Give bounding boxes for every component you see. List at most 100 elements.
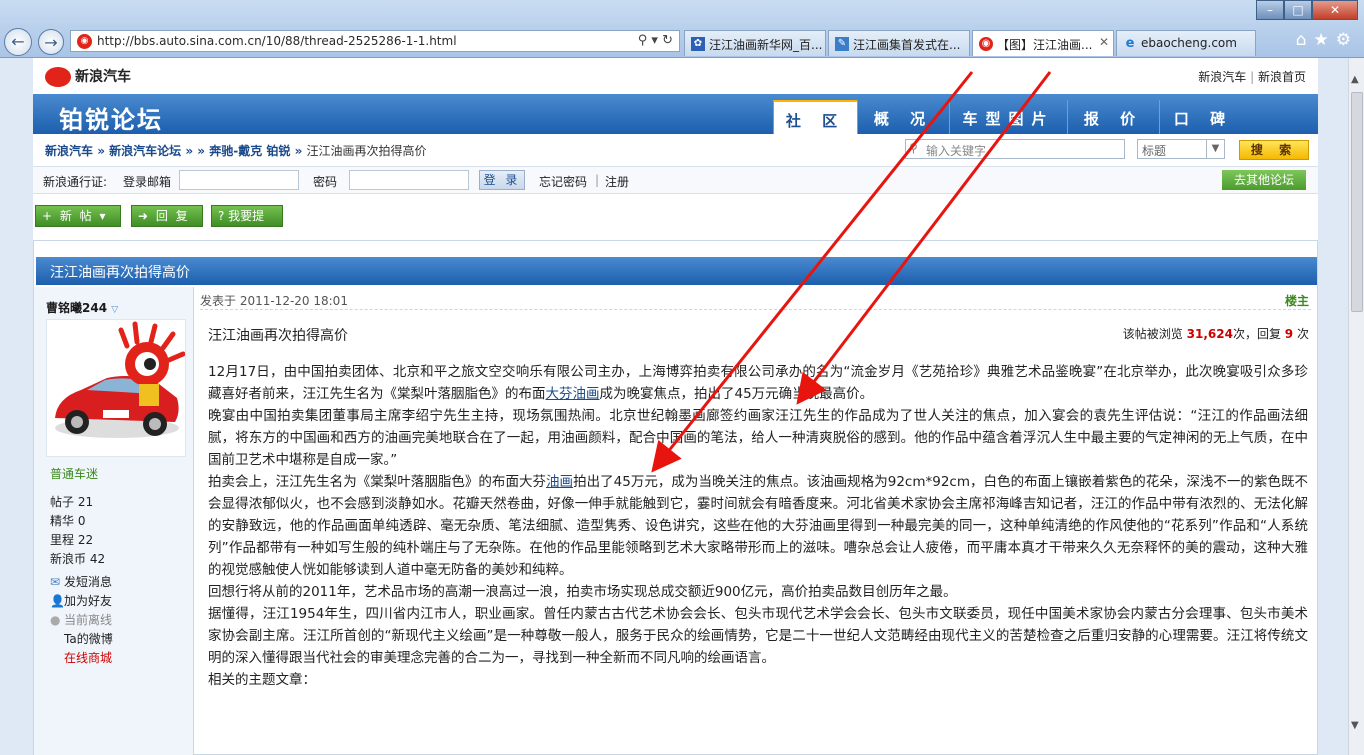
address-bar[interactable]: ◉ http://bbs.auto.sina.com.cn/10/88/thre…: [70, 30, 680, 52]
user-rank: 普通车迷: [50, 467, 99, 481]
stat-value: 0: [77, 514, 86, 528]
search-refresh-icons[interactable]: ⚲ ▾ ↻: [638, 33, 673, 48]
tab-label: ebaocheng.com: [1141, 36, 1237, 50]
post-body: 12月17日，由中国拍卖团体、北京和平之旅文空交响乐有限公司主办，上海博弈拍卖有…: [208, 361, 1308, 691]
offline-user-icon: ●: [50, 613, 61, 627]
nav-overview[interactable]: 概 况: [857, 100, 949, 134]
tab-label: 【图】汪江油画...: [997, 38, 1093, 52]
email-field[interactable]: [179, 170, 299, 190]
login-button[interactable]: 登 录: [479, 170, 525, 190]
para-text: 回想行将从前的2011年，艺术品市场的高潮一浪高过一浪，拍卖市场实现总成交额近9…: [208, 584, 957, 600]
online-store-link[interactable]: 在线商城: [50, 649, 113, 668]
link-label: 在线商城: [64, 651, 113, 665]
close-window-button[interactable]: ✕: [1312, 0, 1358, 20]
browser-tab-2[interactable]: ✎ 汪江画集首发式在...: [828, 30, 970, 56]
paragraph: 相关的主题文章：: [208, 669, 1308, 691]
link-label: 加为好友: [64, 594, 113, 608]
window-controls: – □ ✕: [1256, 0, 1358, 20]
browser-tab-4[interactable]: e ebaocheng.com: [1116, 30, 1256, 56]
logo-text: 新浪汽车: [75, 69, 131, 85]
avatar-car-mascot-icon: [55, 321, 186, 438]
crumb-board[interactable]: 奔驰-戴克 铂锐: [209, 144, 290, 158]
para-text: 拍卖会上，汪江先生名为《棠梨叶落胭脂色》的布面大芬: [208, 474, 547, 490]
top-links: 新浪汽车 | 新浪首页: [1198, 70, 1306, 84]
link-label: 发短消息: [64, 575, 113, 589]
favorites-star-icon[interactable]: ★: [1314, 30, 1336, 50]
crumb-sep: »: [294, 144, 303, 158]
chevron-down-icon: ▼: [1206, 140, 1224, 158]
reply-button[interactable]: ➜ 回 复: [131, 205, 203, 227]
add-friend-link[interactable]: 👤加为好友: [50, 592, 113, 611]
crumb-sina-auto[interactable]: 新浪汽车: [45, 144, 93, 158]
forward-button[interactable]: →: [38, 29, 64, 55]
forum-title: 铂锐论坛: [59, 106, 163, 134]
sina-eye-logo-icon: [45, 67, 71, 87]
nav-price[interactable]: 报 价: [1067, 100, 1159, 134]
new-post-button[interactable]: + 新 帖 ▾: [35, 205, 121, 227]
stat-mileage: 里程 22: [50, 531, 105, 550]
search-type-select[interactable]: 标题 ▼: [1137, 139, 1225, 159]
paragraph: 12月17日，由中国拍卖团体、北京和平之旅文空交响乐有限公司主办，上海博弈拍卖有…: [208, 361, 1308, 405]
search-placeholder: 输入关键字: [926, 144, 987, 158]
back-button[interactable]: ←: [4, 28, 32, 56]
browser-tab-1[interactable]: ✿ 汪江油画新华网_百...: [684, 30, 826, 56]
paragraph: 晚宴由中国拍卖集团董事局主席李绍宁先生主持，现场氛围热闹。北京世纪翰墨画廊签约画…: [208, 405, 1308, 471]
scroll-down-icon[interactable]: ▼: [1351, 720, 1359, 731]
search-button[interactable]: 搜 索: [1239, 140, 1309, 160]
address-url[interactable]: http://bbs.auto.sina.com.cn/10/88/thread…: [97, 34, 457, 48]
search-icon: ⚲: [909, 141, 918, 155]
keyword-link[interactable]: 大芬油画: [546, 386, 600, 402]
link-label: Ta的微博: [64, 632, 113, 646]
para-text: 相关的主题文章：: [208, 672, 316, 688]
maximize-button[interactable]: □: [1284, 0, 1312, 20]
nav-reputation[interactable]: 口 碑: [1159, 100, 1247, 134]
weibo-link[interactable]: Ta的微博: [50, 630, 113, 649]
avatar[interactable]: [46, 319, 186, 457]
stat-posts: 帖子 21: [50, 493, 105, 512]
crumb-forum[interactable]: 新浪汽车论坛: [109, 144, 181, 158]
crumb-sep: » »: [185, 144, 206, 158]
keyword-link[interactable]: 油画: [546, 474, 573, 490]
user-add-icon: 👤: [50, 594, 65, 608]
ask-button[interactable]: ? 我要提问: [211, 205, 283, 243]
forgot-password-link[interactable]: 忘记密码: [539, 173, 587, 190]
author-name[interactable]: 曹铭曦244 ▽: [46, 299, 118, 316]
nav-car-images[interactable]: 车型图片: [949, 100, 1067, 134]
paragraph: 拍卖会上，汪江先生名为《棠梨叶落胭脂色》的布面大芬油画拍出了45万元，成为当晚关…: [208, 471, 1308, 581]
minimize-button[interactable]: –: [1256, 0, 1284, 20]
select-value: 标题: [1142, 144, 1167, 158]
reply-unit: 次: [1296, 327, 1309, 341]
reply-number: 9: [1284, 327, 1294, 341]
para-text: 据懂得，汪江1954年生，四川省内江市人，职业画家。曾任内蒙古古代艺术协会会长、…: [208, 606, 1308, 666]
password-field[interactable]: [349, 170, 469, 190]
link-sina-auto[interactable]: 新浪汽车: [1198, 70, 1246, 84]
email-label: 登录邮箱: [123, 175, 172, 189]
search-input[interactable]: ⚲ 输入关键字: [905, 139, 1125, 159]
stat-label: 帖子: [50, 495, 75, 509]
new-post-label: + 新 帖: [42, 209, 94, 223]
scroll-thumb[interactable]: [1351, 92, 1363, 312]
scroll-up-icon[interactable]: ▲: [1351, 74, 1359, 85]
send-message-link[interactable]: ✉ 发短消息: [50, 573, 113, 592]
reply-label: 次，回复: [1232, 327, 1281, 341]
post-title: 汪江油画再次拍得高价: [208, 328, 348, 344]
close-tab-icon[interactable]: ✕: [1099, 35, 1109, 49]
forum-banner: 铂锐论坛 社 区 概 况 车型图片 报 价 口 碑: [33, 94, 1318, 134]
settings-gear-icon[interactable]: ⚙: [1336, 30, 1358, 50]
stat-digest: 精华 0: [50, 512, 105, 531]
browser-tab-3-active[interactable]: ◉ 【图】汪江油画... ✕: [972, 30, 1114, 56]
divider: [200, 309, 1311, 310]
tab-label: 汪江画集首发式在...: [853, 38, 961, 52]
nav-community[interactable]: 社 区: [773, 100, 857, 134]
post-date: 发表于 2011-12-20 18:01: [200, 294, 348, 308]
link-sina-home[interactable]: 新浪首页: [1258, 70, 1306, 84]
paragraph: 回想行将从前的2011年，艺术品市场的高潮一浪高过一浪，拍卖市场实现总成交额近9…: [208, 581, 1308, 603]
browser-tools[interactable]: ⌂★⚙: [1296, 30, 1358, 50]
sina-auto-logo[interactable]: 新浪汽车: [45, 66, 131, 87]
other-forums-button[interactable]: 去其他论坛: [1222, 170, 1306, 190]
home-icon[interactable]: ⌂: [1296, 30, 1314, 50]
user-stats: 帖子 21 精华 0 里程 22 新浪币 42: [50, 493, 105, 569]
page-scrollbar[interactable]: ▲ ▼: [1348, 58, 1364, 755]
register-link[interactable]: 注册: [605, 173, 629, 190]
forum-nav: 社 区 概 况 车型图片 报 价 口 碑: [773, 100, 1247, 134]
